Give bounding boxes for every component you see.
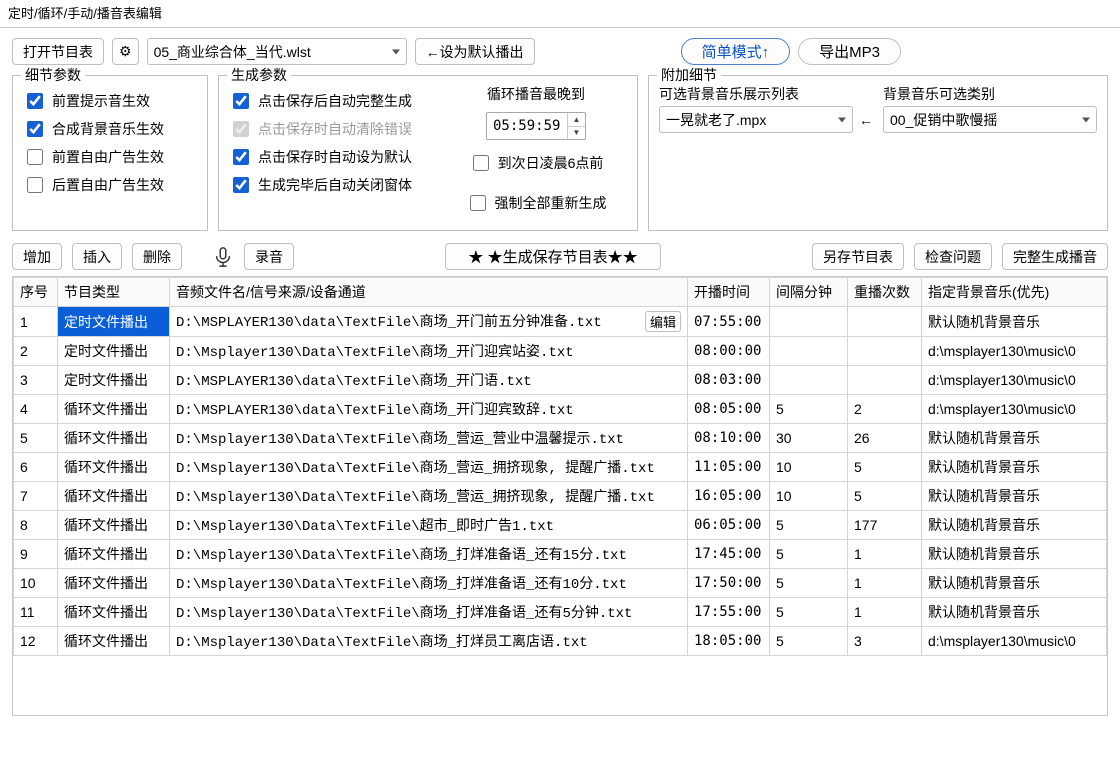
settings-button[interactable]: ⚙ bbox=[112, 38, 139, 65]
post-free-ad-checkbox[interactable]: 后置自由广告生效 bbox=[23, 174, 197, 196]
edit-cell-button[interactable]: 编辑 bbox=[645, 311, 681, 332]
table-row[interactable]: 3定时文件播出D:\MSPLAYER130\data\TextFile\商场_开… bbox=[14, 366, 1107, 395]
bg-class-combo[interactable]: 00_促销中歌慢摇 bbox=[883, 106, 1097, 133]
add-button[interactable]: 增加 bbox=[12, 243, 62, 270]
table-row[interactable]: 9循环文件播出D:\Msplayer130\Data\TextFile\商场_打… bbox=[14, 540, 1107, 569]
table-row[interactable]: 7循环文件播出D:\Msplayer130\Data\TextFile\商场_营… bbox=[14, 482, 1107, 511]
loop-latest-label: 循环播音最晚到 bbox=[487, 84, 585, 104]
latest-time-input[interactable] bbox=[487, 113, 567, 139]
export-mp3-button[interactable]: 导出MP3 bbox=[798, 38, 901, 65]
playlist-file-value: 05_商业综合体_当代.wlst bbox=[154, 42, 311, 62]
force-regen-checkbox[interactable]: 强制全部重新生成 bbox=[466, 192, 607, 214]
record-button[interactable]: 录音 bbox=[244, 243, 294, 270]
bg-class-label: 背景音乐可选类别 bbox=[883, 84, 1097, 104]
check-problems-button[interactable]: 检查问题 bbox=[914, 243, 992, 270]
synth-bg-checkbox[interactable]: 合成背景音乐生效 bbox=[23, 118, 197, 140]
spin-down-icon[interactable]: ▼ bbox=[568, 127, 585, 140]
extra-legend: 附加细节 bbox=[657, 65, 721, 85]
to-next-6am-checkbox[interactable]: 到次日凌晨6点前 bbox=[469, 152, 604, 174]
delete-button[interactable]: 删除 bbox=[132, 243, 182, 270]
playlist-grid[interactable]: 序号 节目类型 音频文件名/信号来源/设备通道 开播时间 间隔分钟 重播次数 指… bbox=[12, 276, 1108, 716]
table-row[interactable]: 11循环文件播出D:\Msplayer130\Data\TextFile\商场_… bbox=[14, 598, 1107, 627]
col-type[interactable]: 节目类型 bbox=[58, 278, 170, 307]
mic-icon bbox=[212, 246, 234, 268]
detail-params-group: 细节参数 前置提示音生效 合成背景音乐生效 前置自由广告生效 后置自由广告生效 bbox=[12, 75, 208, 231]
grid-header-row: 序号 节目类型 音频文件名/信号来源/设备通道 开播时间 间隔分钟 重播次数 指… bbox=[14, 278, 1107, 307]
gen-params-legend: 生成参数 bbox=[227, 65, 291, 85]
table-row[interactable]: 5循环文件播出D:\Msplayer130\Data\TextFile\商场_营… bbox=[14, 424, 1107, 453]
simple-mode-button[interactable]: 简单模式↑ bbox=[681, 38, 791, 65]
table-row[interactable]: 2定时文件播出D:\Msplayer130\Data\TextFile\商场_开… bbox=[14, 337, 1107, 366]
auto-close-checkbox[interactable]: 生成完毕后自动关闭窗体 bbox=[229, 174, 435, 196]
star-save-button[interactable]: ★ ★生成保存节目表★★ bbox=[445, 243, 660, 270]
pre-hint-checkbox[interactable]: 前置提示音生效 bbox=[23, 90, 197, 112]
spin-up-icon[interactable]: ▲ bbox=[568, 113, 585, 127]
gear-icon: ⚙ bbox=[119, 43, 132, 60]
table-row[interactable]: 10循环文件播出D:\Msplayer130\Data\TextFile\商场_… bbox=[14, 569, 1107, 598]
playlist-file-combo[interactable]: 05_商业综合体_当代.wlst bbox=[147, 38, 407, 65]
auto-full-gen-checkbox[interactable]: 点击保存后自动完整生成 bbox=[229, 90, 435, 112]
table-row[interactable]: 4循环文件播出D:\MSPLAYER130\data\TextFile\商场_开… bbox=[14, 395, 1107, 424]
open-playlist-button[interactable]: 打开节目表 bbox=[12, 38, 104, 65]
col-gap[interactable]: 间隔分钟 bbox=[770, 278, 848, 307]
optional-bg-list-label: 可选背景音乐展示列表 bbox=[659, 84, 873, 104]
gen-params-group: 生成参数 点击保存后自动完整生成 点击保存时自动清除错误 点击保存时自动设为默认… bbox=[218, 75, 638, 231]
col-time[interactable]: 开播时间 bbox=[688, 278, 770, 307]
full-gen-button[interactable]: 完整生成播音 bbox=[1002, 243, 1108, 270]
detail-params-legend: 细节参数 bbox=[21, 65, 85, 85]
window-title: 定时/循环/手动/播音表编辑 bbox=[0, 0, 1120, 28]
latest-time-spinner[interactable]: ▲▼ bbox=[486, 112, 586, 140]
insert-button[interactable]: 插入 bbox=[72, 243, 122, 270]
save-as-button[interactable]: 另存节目表 bbox=[812, 243, 904, 270]
auto-set-default-checkbox[interactable]: 点击保存时自动设为默认 bbox=[229, 146, 435, 168]
auto-clear-err-checkbox: 点击保存时自动清除错误 bbox=[229, 118, 435, 140]
table-row[interactable]: 12循环文件播出D:\Msplayer130\Data\TextFile\商场_… bbox=[14, 627, 1107, 656]
col-file[interactable]: 音频文件名/信号来源/设备通道 bbox=[170, 278, 688, 307]
extra-group: 附加细节 可选背景音乐展示列表 一晃就老了.mpx ← 背景音乐可选类别 00_… bbox=[648, 75, 1108, 231]
set-default-button[interactable]: ←设为默认播出 bbox=[415, 38, 535, 65]
table-row[interactable]: 8循环文件播出D:\Msplayer130\Data\TextFile\超市_即… bbox=[14, 511, 1107, 540]
arrow-left-icon: ← bbox=[859, 112, 873, 128]
table-row[interactable]: 1定时文件播出D:\MSPLAYER130\data\TextFile\商场_开… bbox=[14, 307, 1107, 337]
col-bg[interactable]: 指定背景音乐(优先) bbox=[922, 278, 1107, 307]
pre-free-ad-checkbox[interactable]: 前置自由广告生效 bbox=[23, 146, 197, 168]
col-rep[interactable]: 重播次数 bbox=[848, 278, 922, 307]
col-idx[interactable]: 序号 bbox=[14, 278, 58, 307]
table-row[interactable]: 6循环文件播出D:\Msplayer130\Data\TextFile\商场_营… bbox=[14, 453, 1107, 482]
optional-bg-list-combo[interactable]: 一晃就老了.mpx bbox=[659, 106, 853, 133]
